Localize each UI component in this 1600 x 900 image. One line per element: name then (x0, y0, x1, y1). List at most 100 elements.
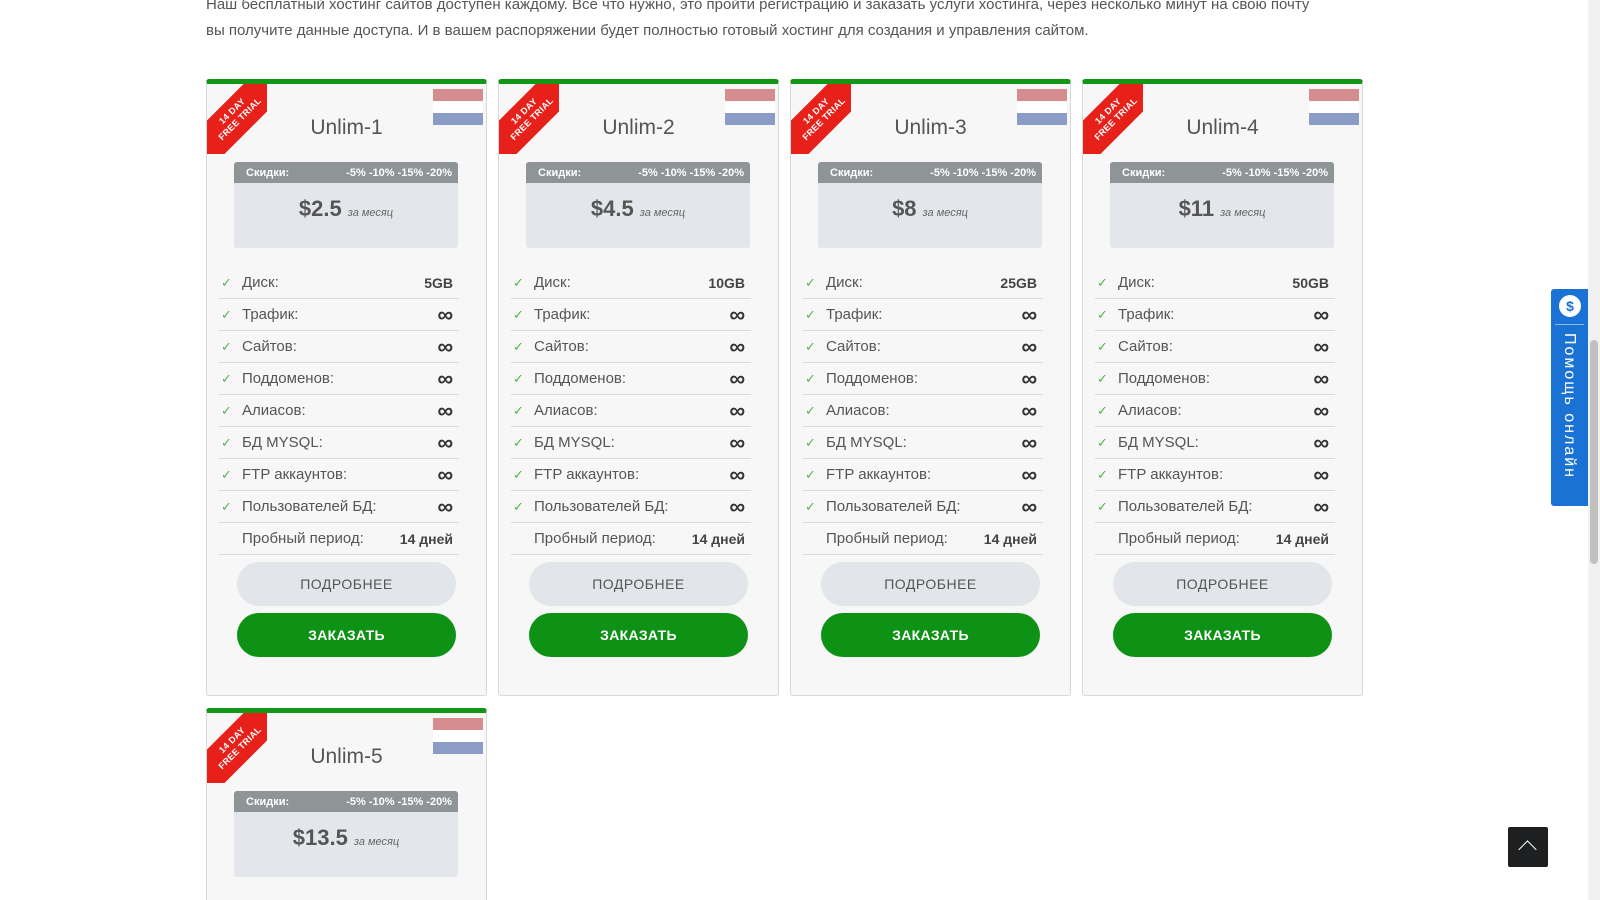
price: $8 за месяц (818, 196, 1042, 222)
feature-label: Поддоменов: (534, 370, 627, 387)
check-icon: ✓ (805, 275, 816, 290)
feature-label: Сайтов: (1118, 338, 1173, 355)
feature-label: Диск: (826, 274, 863, 291)
price: $11 за месяц (1110, 196, 1334, 222)
feature-value: 25GB (1000, 275, 1037, 291)
details-button[interactable]: ПОДРОБНЕЕ (1113, 562, 1332, 606)
infinity-icon: ∞ (729, 430, 745, 455)
check-icon: ✓ (805, 435, 816, 450)
details-button[interactable]: ПОДРОБНЕЕ (237, 562, 456, 606)
infinity-icon: ∞ (437, 334, 453, 359)
feature-label: Алиасов: (242, 402, 306, 419)
plan-card: 14 DAY FREE TRIAL Unlim-2 Скидки: -5% -1… (498, 79, 779, 696)
plan-title: Unlim-3 (894, 116, 967, 139)
scroll-to-top-button[interactable] (1508, 827, 1548, 867)
help-divider (1555, 324, 1584, 325)
infinity-icon: ∞ (437, 494, 453, 519)
details-button[interactable]: ПОДРОБНЕЕ (821, 562, 1040, 606)
plan-title: Unlim-1 (310, 116, 383, 139)
check-icon: ✓ (513, 467, 524, 482)
feature-row-dbusers: ✓ Пользователей БД: ∞ (219, 491, 459, 523)
feature-row-trial: Пробный период: 14 дней (1095, 523, 1335, 555)
discount-values: -5% -10% -15% -20% (638, 166, 744, 179)
feature-label: Диск: (1118, 274, 1155, 291)
check-icon: ✓ (513, 307, 524, 322)
check-icon: ✓ (1097, 435, 1108, 450)
discount-label: Скидки: (246, 795, 290, 808)
check-icon: ✓ (513, 435, 524, 450)
page-scrollbar[interactable] (1588, 0, 1600, 900)
price-box: Скидки: -5% -10% -15% -20% $8 за месяц (818, 162, 1042, 248)
feature-label: Пользователей БД: (534, 498, 669, 515)
discount-values: -5% -10% -15% -20% (930, 166, 1036, 179)
check-icon: ✓ (805, 467, 816, 482)
feature-label: Диск: (534, 274, 571, 291)
feature-label: FTP аккаунтов: (242, 466, 348, 483)
check-icon: ✓ (221, 371, 232, 386)
check-icon: ✓ (513, 499, 524, 514)
plan-card: 14 DAY FREE TRIAL Unlim-3 Скидки: -5% -1… (790, 79, 1071, 696)
feature-row-mysql: ✓ БД MYSQL: ∞ (803, 427, 1043, 459)
feature-row-subdomains: ✓ Поддоменов: ∞ (1095, 363, 1335, 395)
feature-label: FTP аккаунтов: (534, 466, 640, 483)
feature-value: 14 дней (1275, 531, 1329, 547)
intro-text: Наш бесплатный хостинг сайтов доступен к… (206, 0, 1386, 44)
feature-label: БД MYSQL: (242, 434, 323, 451)
feature-label: Пользователей БД: (826, 498, 961, 515)
order-button[interactable]: ЗАКАЗАТЬ (821, 613, 1040, 657)
check-icon: ✓ (1097, 275, 1108, 290)
plan-title: Unlim-5 (310, 745, 383, 768)
feature-row-trial: Пробный период: 14 дней (803, 523, 1043, 555)
plan-card: 14 DAY FREE TRIAL Unlim-1 Скидки: -5% -1… (206, 79, 487, 696)
feature-row-subdomains: ✓ Поддоменов: ∞ (803, 363, 1043, 395)
price: $4.5 за месяц (526, 196, 750, 222)
discount-bar: Скидки: -5% -10% -15% -20% (526, 162, 750, 183)
plan-card: 14 DAY FREE TRIAL Unlim-5 Скидки: -5% -1… (206, 708, 487, 900)
price-amount: $13.5 (292, 825, 348, 850)
feature-label: Пробный период: (826, 530, 948, 547)
check-icon: ✓ (513, 371, 524, 386)
price-period: за месяц (353, 836, 400, 848)
check-icon: ✓ (221, 403, 232, 418)
feature-row-subdomains: ✓ Поддоменов: ∞ (511, 363, 751, 395)
infinity-icon: ∞ (1021, 302, 1037, 327)
order-button[interactable]: ЗАКАЗАТЬ (237, 613, 456, 657)
infinity-icon: ∞ (437, 462, 453, 487)
price: $2.5 за месяц (234, 196, 458, 222)
infinity-icon: ∞ (437, 366, 453, 391)
plan-title: Unlim-4 (1186, 116, 1259, 139)
feature-value: 14 дней (691, 531, 745, 547)
details-button[interactable]: ПОДРОБНЕЕ (529, 562, 748, 606)
feature-label: БД MYSQL: (826, 434, 907, 451)
check-icon: ✓ (513, 275, 524, 290)
check-icon: ✓ (221, 307, 232, 322)
feature-row-ftp: ✓ FTP аккаунтов: ∞ (219, 459, 459, 491)
feature-value: 10GB (708, 275, 745, 291)
feature-value: 14 дней (399, 531, 453, 547)
order-button[interactable]: ЗАКАЗАТЬ (1113, 613, 1332, 657)
feature-label: FTP аккаунтов: (1118, 466, 1224, 483)
infinity-icon: ∞ (1313, 302, 1329, 327)
plan-title: Unlim-2 (602, 116, 675, 139)
feature-row-sites: ✓ Сайтов: ∞ (1095, 331, 1335, 363)
infinity-icon: ∞ (1021, 366, 1037, 391)
feature-row-mysql: ✓ БД MYSQL: ∞ (1095, 427, 1335, 459)
order-button[interactable]: ЗАКАЗАТЬ (529, 613, 748, 657)
features-list: ✓ Диск: 5GB ✓ Трафик: ∞ ✓ Сайтов: ∞ ✓ Поддоменов: ∞… (219, 267, 459, 555)
feature-value: 50GB (1292, 275, 1329, 291)
feature-row-aliases: ✓ Алиасов: ∞ (1095, 395, 1335, 427)
help-online-tab[interactable]: $ Помощь онлайн (1551, 289, 1588, 506)
price-period: за месяц (639, 207, 686, 219)
feature-row-sites: ✓ Сайтов: ∞ (803, 331, 1043, 363)
infinity-icon: ∞ (1021, 494, 1037, 519)
feature-row-disk: ✓ Диск: 25GB (803, 267, 1043, 299)
features-list: ✓ Диск: 50GB ✓ Трафик: ∞ ✓ Сайтов: ∞ ✓ Поддоменов:… (1095, 267, 1335, 555)
feature-label: Сайтов: (826, 338, 881, 355)
check-icon: ✓ (1097, 339, 1108, 354)
feature-row-subdomains: ✓ Поддоменов: ∞ (219, 363, 459, 395)
feature-row-traffic: ✓ Трафик: ∞ (219, 299, 459, 331)
infinity-icon: ∞ (1313, 334, 1329, 359)
intro-line-1: Наш бесплатный хостинг сайтов доступен к… (206, 0, 1310, 13)
scrollbar-thumb[interactable] (1590, 340, 1598, 564)
check-icon: ✓ (513, 339, 524, 354)
